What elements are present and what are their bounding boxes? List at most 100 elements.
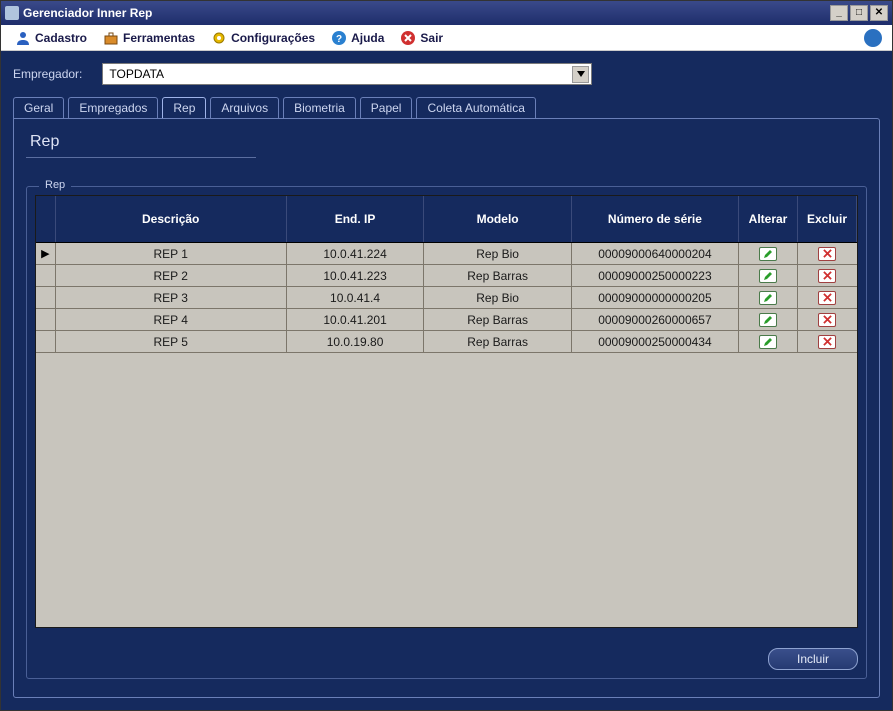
tab-biometria[interactable]: Biometria — [283, 97, 356, 119]
cell-modelo: Rep Barras — [424, 265, 571, 286]
exit-icon — [400, 30, 416, 46]
fieldset-legend: Rep — [39, 179, 71, 191]
cell-serie: 00009000640000204 — [572, 243, 739, 264]
table-row[interactable]: ▶REP 110.0.41.224Rep Bio0000900064000020… — [36, 243, 857, 265]
table-row[interactable]: REP 410.0.41.201Rep Barras00009000260000… — [36, 309, 857, 331]
employer-label: Empregador: — [13, 67, 82, 81]
close-button[interactable]: ✕ — [870, 5, 888, 21]
delete-button[interactable] — [818, 247, 836, 261]
tab-papel[interactable]: Papel — [360, 97, 413, 119]
cell-alterar — [739, 331, 798, 352]
cell-descricao: REP 2 — [56, 265, 287, 286]
incluir-button[interactable]: Incluir — [768, 648, 858, 670]
tab-coleta[interactable]: Coleta Automática — [416, 97, 535, 119]
col-indicator — [36, 196, 56, 242]
col-modelo[interactable]: Modelo — [424, 196, 571, 242]
cell-serie: 00009000250000434 — [572, 331, 739, 352]
toolbox-icon — [103, 30, 119, 46]
tab-arquivos[interactable]: Arquivos — [210, 97, 279, 119]
help-icon: ? — [331, 30, 347, 46]
cell-serie: 00009000000000205 — [572, 287, 739, 308]
cell-serie: 00009000260000657 — [572, 309, 739, 330]
col-descricao[interactable]: Descrição — [56, 196, 287, 242]
cell-modelo: Rep Bio — [424, 243, 571, 264]
cell-ip: 10.0.41.224 — [287, 243, 425, 264]
content-area: Empregador: TOPDATA Geral Empregados Rep… — [1, 51, 892, 710]
table-row[interactable]: REP 510.0.19.80Rep Barras000090002500004… — [36, 331, 857, 353]
cell-descricao: REP 1 — [56, 243, 287, 264]
panel-rep: Rep Rep Descrição End. IP Modelo Número … — [13, 118, 880, 698]
tab-rep[interactable]: Rep — [162, 97, 206, 119]
cell-ip: 10.0.41.223 — [287, 265, 425, 286]
menu-cadastro[interactable]: Cadastro — [7, 28, 95, 48]
cell-alterar — [739, 243, 798, 264]
rep-grid: Descrição End. IP Modelo Número de série… — [35, 195, 858, 628]
cell-excluir — [798, 331, 857, 352]
row-indicator — [36, 265, 56, 286]
cell-descricao: REP 4 — [56, 309, 287, 330]
employer-select[interactable]: TOPDATA — [102, 63, 592, 85]
gear-icon — [211, 30, 227, 46]
cell-modelo: Rep Bio — [424, 287, 571, 308]
maximize-button[interactable]: □ — [850, 5, 868, 21]
menu-configuracoes[interactable]: Configurações — [203, 28, 323, 48]
menu-sair-label: Sair — [420, 31, 443, 45]
row-indicator: ▶ — [36, 243, 56, 264]
tab-strip: Geral Empregados Rep Arquivos Biometria … — [13, 97, 880, 119]
globe-icon[interactable] — [864, 29, 882, 47]
delete-button[interactable] — [818, 335, 836, 349]
svg-text:?: ? — [336, 34, 342, 45]
user-icon — [15, 30, 31, 46]
delete-button[interactable] — [818, 313, 836, 327]
row-indicator — [36, 287, 56, 308]
edit-button[interactable] — [759, 335, 777, 349]
cell-descricao: REP 3 — [56, 287, 287, 308]
cell-excluir — [798, 265, 857, 286]
app-icon — [5, 6, 19, 20]
minimize-button[interactable]: _ — [830, 5, 848, 21]
chevron-down-icon — [572, 66, 589, 83]
col-alterar[interactable]: Alterar — [739, 196, 798, 242]
edit-button[interactable] — [759, 291, 777, 305]
grid-body: ▶REP 110.0.41.224Rep Bio0000900064000020… — [36, 243, 857, 627]
employer-row: Empregador: TOPDATA — [13, 63, 880, 85]
menu-ferramentas[interactable]: Ferramentas — [95, 28, 203, 48]
window-title: Gerenciador Inner Rep — [23, 6, 152, 20]
cell-ip: 10.0.19.80 — [287, 331, 425, 352]
employer-value: TOPDATA — [109, 67, 164, 81]
cell-excluir — [798, 309, 857, 330]
cell-modelo: Rep Barras — [424, 331, 571, 352]
delete-button[interactable] — [818, 291, 836, 305]
menu-configuracoes-label: Configurações — [231, 31, 315, 45]
menu-ferramentas-label: Ferramentas — [123, 31, 195, 45]
menu-bar: Cadastro Ferramentas Configurações ? Aju… — [1, 25, 892, 51]
table-row[interactable]: REP 210.0.41.223Rep Barras00009000250000… — [36, 265, 857, 287]
edit-button[interactable] — [759, 247, 777, 261]
button-row: Incluir — [35, 628, 858, 670]
cell-alterar — [739, 309, 798, 330]
edit-button[interactable] — [759, 313, 777, 327]
menu-sair[interactable]: Sair — [392, 28, 451, 48]
title-bar: Gerenciador Inner Rep _ □ ✕ — [1, 1, 892, 25]
cell-excluir — [798, 243, 857, 264]
menu-ajuda[interactable]: ? Ajuda — [323, 28, 392, 48]
cell-ip: 10.0.41.4 — [287, 287, 425, 308]
menu-ajuda-label: Ajuda — [351, 31, 384, 45]
cell-descricao: REP 5 — [56, 331, 287, 352]
tab-geral[interactable]: Geral — [13, 97, 64, 119]
tab-empregados[interactable]: Empregados — [68, 97, 158, 119]
fieldset-rep: Rep Descrição End. IP Modelo Número de s… — [26, 186, 867, 679]
cell-modelo: Rep Barras — [424, 309, 571, 330]
cell-alterar — [739, 265, 798, 286]
grid-header: Descrição End. IP Modelo Número de série… — [36, 196, 857, 243]
col-excluir[interactable]: Excluir — [798, 196, 857, 242]
menu-cadastro-label: Cadastro — [35, 31, 87, 45]
cell-serie: 00009000250000223 — [572, 265, 739, 286]
col-serie[interactable]: Número de série — [572, 196, 739, 242]
table-row[interactable]: REP 310.0.41.4Rep Bio00009000000000205 — [36, 287, 857, 309]
col-ip[interactable]: End. IP — [287, 196, 425, 242]
delete-button[interactable] — [818, 269, 836, 283]
edit-button[interactable] — [759, 269, 777, 283]
app-window: Gerenciador Inner Rep _ □ ✕ Cadastro Fer… — [0, 0, 893, 711]
panel-title: Rep — [26, 129, 256, 158]
